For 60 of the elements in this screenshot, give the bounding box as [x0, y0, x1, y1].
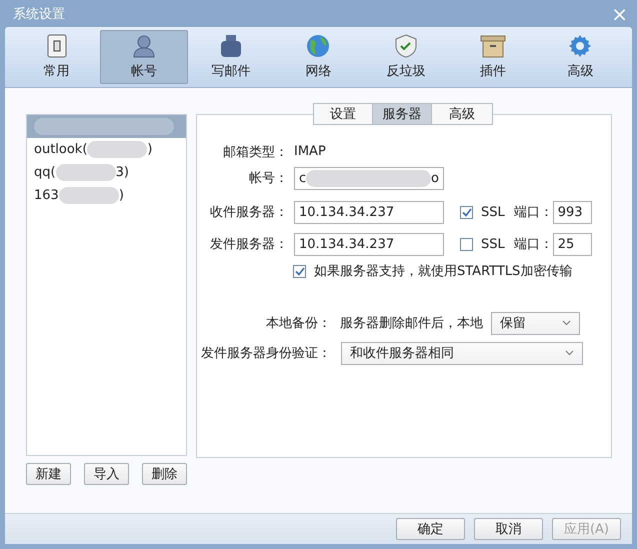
account-name: qq( — [34, 165, 56, 180]
ssl-label: SSL — [481, 236, 505, 252]
caret-icon — [562, 320, 571, 326]
account-name: 3) — [116, 165, 129, 180]
toolbar-tab[interactable]: 网络 — [274, 30, 362, 84]
ink-bottle-icon — [219, 34, 244, 58]
port-field[interactable]: 25 — [552, 232, 592, 256]
account-name: 163 — [34, 188, 59, 203]
account-button[interactable]: 删除 — [142, 463, 187, 485]
field-label: 邮箱类型： — [222, 144, 288, 160]
backup-text: 服务器删除邮件后，本地 — [340, 315, 483, 332]
dialog-button[interactable]: 确定 — [396, 518, 465, 540]
account-button[interactable]: 新建 — [26, 463, 71, 485]
settings-icon — [568, 34, 592, 58]
auth-dropdown[interactable]: 和收件服务器相同 — [341, 342, 583, 364]
server-field[interactable]: 10.134.34.237 — [294, 232, 444, 256]
toolbar-tab[interactable]: 反垃圾 — [362, 30, 450, 84]
port-field[interactable]: 993 — [552, 200, 592, 224]
caret-icon — [565, 350, 574, 356]
server-field[interactable]: 10.134.34.237 — [294, 200, 444, 224]
account-item[interactable]: qq( 3) — [27, 161, 186, 184]
account-item[interactable]: 163 ) — [27, 184, 186, 207]
account-field[interactable]: c o — [294, 166, 444, 190]
port-label: 端口： — [514, 236, 553, 253]
shield-icon — [394, 34, 418, 58]
account-name: ) — [147, 142, 152, 157]
tab[interactable]: 服务器 — [372, 103, 432, 125]
account-name: ) — [118, 188, 124, 203]
tab[interactable]: 设置 — [313, 103, 373, 125]
toolbar-tab[interactable]: 帐号 — [100, 30, 188, 84]
field-label: 发件服务器身份验证： — [200, 345, 331, 362]
person-icon — [132, 34, 156, 58]
field-label: 帐号： — [248, 170, 288, 187]
redaction-blur — [58, 187, 119, 204]
toolbar-tab[interactable]: 插件 — [449, 30, 537, 84]
ssl-label: SSL — [481, 204, 505, 220]
globe-icon — [306, 34, 330, 58]
account-button[interactable]: 导入 — [84, 463, 129, 485]
ssl-checkbox[interactable] — [460, 206, 473, 218]
account-item[interactable]: outlook( ) — [27, 138, 186, 161]
redaction-blur — [56, 164, 116, 181]
field-label: 发件服务器： — [209, 236, 288, 253]
account-name: outlook( — [34, 142, 88, 157]
field-label: 收件服务器： — [209, 204, 288, 221]
tab[interactable]: 高级 — [431, 103, 493, 125]
toolbar-tab[interactable]: 写邮件 — [188, 30, 275, 84]
checkbox-label: 如果服务器支持，就使用STARTTLS加密传输 — [314, 263, 572, 280]
switch-icon — [44, 34, 69, 58]
toolbar-tab[interactable]: 高级 — [536, 30, 624, 84]
redaction-blur — [87, 141, 148, 158]
mailbox-type-value: IMAP — [294, 144, 326, 159]
starttls-checkbox[interactable] — [293, 264, 306, 278]
backup-dropdown[interactable]: 保留 — [491, 312, 580, 334]
window-title: 系统设置 — [13, 6, 65, 22]
port-label: 端口： — [514, 204, 553, 221]
archive-box-icon — [480, 34, 506, 58]
toolbar-tab[interactable]: 常用 — [13, 30, 100, 84]
ssl-checkbox[interactable] — [460, 238, 473, 250]
field-label: 本地备份： — [265, 315, 331, 332]
dialog-button[interactable]: 取消 — [474, 518, 543, 540]
